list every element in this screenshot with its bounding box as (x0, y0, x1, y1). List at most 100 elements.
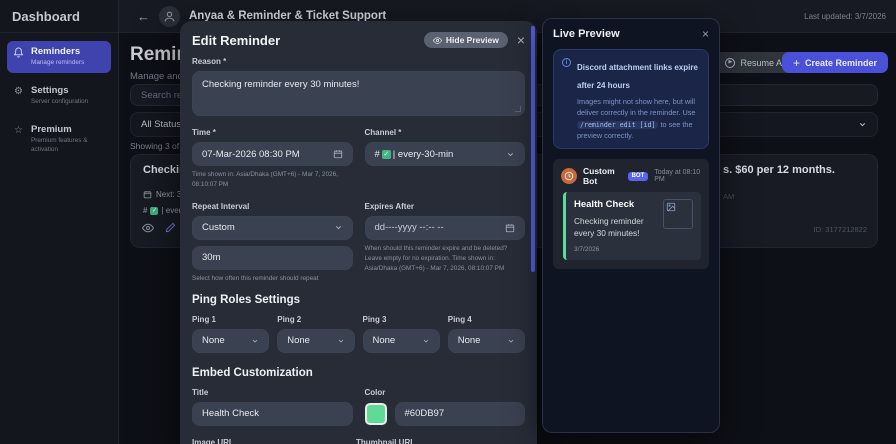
reminder-edit-code: /reminder edit [id] (577, 121, 658, 129)
time-fragment: AM (723, 192, 734, 201)
live-preview-panel: Live Preview × i Discord attachment link… (542, 18, 720, 433)
chevron-down-icon (334, 223, 343, 232)
embed-title-input[interactable]: Health Check (192, 402, 353, 426)
ping1-select[interactable]: None (192, 329, 269, 353)
reason-textarea[interactable]: Checking reminder every 30 minutes! (192, 71, 525, 116)
reason-value: Checking reminder every 30 minutes! (202, 79, 359, 90)
plus-icon: + (793, 57, 800, 69)
back-arrow-icon[interactable]: ← (137, 9, 150, 24)
ping4-select[interactable]: None (448, 329, 525, 353)
chevron-down-icon (507, 337, 515, 345)
embed-section-title: Embed Customization (192, 367, 525, 379)
sidebar-item-premium[interactable]: ☆ Premium Premium features & activation (7, 119, 111, 160)
view-icon[interactable] (141, 221, 154, 234)
expires-after-label: Expires After (365, 202, 526, 211)
ping-roles-row: Ping 1 None Ping 2 None Ping 3 None (192, 315, 525, 353)
time-input[interactable]: 07-Mar-2026 08:30 PM (192, 142, 353, 166)
notice-text: Discord attachment links expire after 24… (577, 57, 700, 141)
close-icon[interactable]: × (517, 33, 525, 47)
ping3-value: None (373, 335, 396, 346)
embed-title-value: Health Check (202, 408, 259, 419)
color-value: #60DB97 (405, 408, 445, 419)
modal-scrollbar[interactable] (531, 26, 535, 272)
calendar-icon[interactable] (505, 223, 515, 233)
thumbnail-url-label: Thumbnail URL (356, 438, 557, 444)
embed-thumbnail (663, 199, 693, 229)
notice-body: Images might not show here, but will del… (577, 96, 700, 141)
ping2-label: Ping 2 (277, 315, 354, 324)
app-root: Dashboard Reminders Manage reminders ⚙ S… (0, 0, 896, 444)
sidebar-item-text: Reminders Manage reminders (31, 46, 84, 67)
ping3-select[interactable]: None (363, 329, 440, 353)
discord-message-preview: Custom Bot BOT Today at 08:10 PM Health … (553, 159, 709, 269)
info-icon: i (562, 58, 571, 67)
sidebar-item-reminders[interactable]: Reminders Manage reminders (7, 41, 111, 73)
time-helper: Time shown in: Asia/Dhaka (GMT+6) - Mar … (192, 170, 353, 190)
repeat-interval-select[interactable]: Custom (192, 216, 353, 240)
create-reminder-label: Create Reminder (805, 58, 877, 68)
chevron-down-icon (337, 337, 345, 345)
repeat-helper: Select how often this reminder should re… (192, 274, 353, 284)
hash-symbol: # (375, 149, 380, 160)
edit-icon[interactable] (164, 221, 177, 234)
sidebar-item-sub: Premium features & activation (31, 137, 105, 154)
message-timestamp: Today at 08:10 PM (654, 169, 701, 183)
repeat-interval-label: Repeat Interval (192, 202, 353, 211)
custom-interval-input[interactable]: 30m (192, 246, 353, 270)
app-title: Dashboard (0, 0, 118, 33)
resize-handle-icon[interactable] (515, 106, 521, 112)
time-label: Time * (192, 128, 353, 137)
sidebar-item-sub: Server configuration (31, 98, 88, 106)
reminder-id: ID: 3177212822 (814, 225, 867, 234)
hide-preview-button[interactable]: Hide Preview (424, 32, 508, 48)
hash-symbol: # (143, 206, 147, 215)
message-header: Custom Bot BOT Today at 08:10 PM (561, 166, 701, 186)
reminder-title-continued: s. $60 per 12 months. (723, 164, 835, 176)
bot-name: Custom Bot (583, 166, 622, 186)
last-updated: Last updated: 3/7/2026 (804, 12, 886, 21)
embed-preview: Health Check Checking reminder every 30 … (563, 192, 701, 260)
close-icon[interactable]: × (702, 28, 709, 40)
ping2-value: None (287, 335, 310, 346)
color-input[interactable]: #60DB97 (395, 402, 526, 426)
create-reminder-button[interactable]: + Create Reminder (782, 52, 888, 73)
star-icon: ☆ (13, 125, 24, 136)
gear-icon: ⚙ (13, 86, 24, 97)
embed-description: Checking reminder every 30 minutes! (574, 215, 657, 239)
ping1-value: None (202, 335, 225, 346)
bot-badge: BOT (628, 172, 649, 181)
expires-after-input[interactable]: dd----yyyy --:-- -- (365, 216, 526, 240)
sidebar-nav: Reminders Manage reminders ⚙ Settings Se… (0, 41, 118, 160)
sidebar-item-settings[interactable]: ⚙ Settings Server configuration (7, 80, 111, 112)
chevron-down-icon (251, 337, 259, 345)
calendar-icon (143, 190, 152, 199)
repeat-value: Custom (202, 222, 235, 233)
modal-header: Edit Reminder Hide Preview × (192, 21, 525, 48)
color-swatch[interactable] (365, 403, 387, 425)
calendar-icon[interactable] (333, 149, 343, 159)
ping1-label: Ping 1 (192, 315, 269, 324)
title-color-row: Title Health Check Color #60DB97 (192, 388, 525, 426)
ping4-value: None (458, 335, 481, 346)
channel-select[interactable]: # ✓ | every-30-min (365, 142, 526, 166)
ping-roles-section-title: Ping Roles Settings (192, 294, 525, 306)
preview-title: Live Preview (553, 28, 620, 40)
sidebar-item-sub: Manage reminders (31, 59, 84, 67)
channel-label: Channel * (365, 128, 526, 137)
sidebar-item-text: Settings Server configuration (31, 85, 88, 106)
ping4-label: Ping 4 (448, 315, 525, 324)
custom-interval-value: 30m (202, 252, 220, 263)
time-value: 07-Mar-2026 08:30 PM (202, 149, 300, 160)
ping2-select[interactable]: None (277, 329, 354, 353)
bell-icon (13, 47, 24, 58)
resume-all-label: Resume All (740, 58, 786, 68)
clock-icon (564, 171, 574, 181)
repeat-expires-row: Repeat Interval Custom 30m Select how of… (192, 202, 525, 284)
eye-icon (433, 36, 442, 45)
hide-preview-label: Hide Preview (446, 35, 499, 45)
color-field: #60DB97 (365, 402, 526, 426)
notice-title: Discord attachment links expire after 24… (577, 63, 698, 90)
expiry-notice: i Discord attachment links expire after … (553, 49, 709, 149)
sidebar-item-text: Premium Premium features & activation (31, 124, 105, 154)
reason-label: Reason * (192, 57, 525, 66)
